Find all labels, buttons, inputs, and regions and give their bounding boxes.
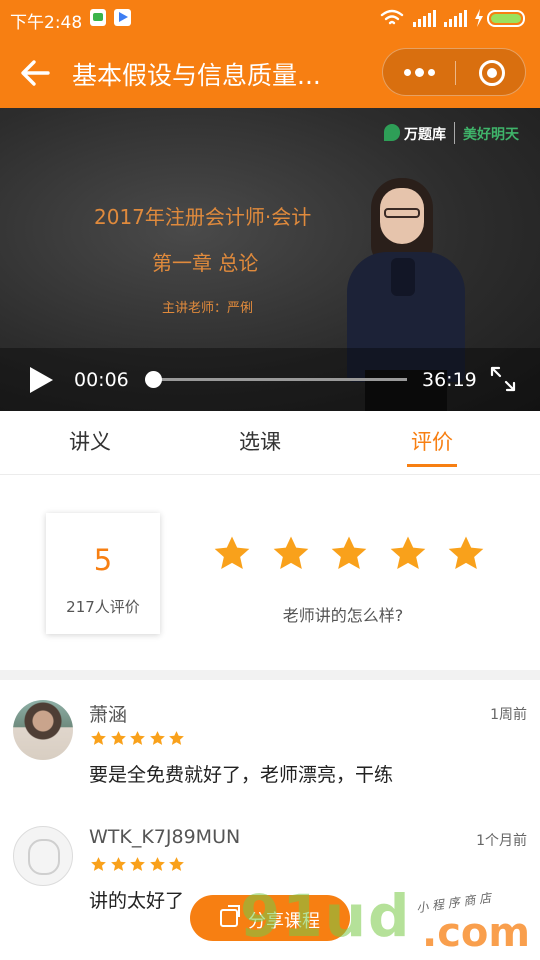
nav-bar: 基本假设与信息质量... — [0, 36, 540, 108]
star-shape — [149, 731, 165, 745]
comment-text: 讲的太好了 — [89, 890, 185, 912]
play-icon[interactable] — [28, 367, 54, 395]
star-icon[interactable] — [212, 534, 252, 574]
star-icon[interactable] — [446, 534, 486, 574]
star-shape — [331, 536, 367, 569]
star-icon[interactable] — [271, 534, 311, 574]
lecture-title: 2017年注册会计师·会计 — [94, 205, 312, 229]
star-shape — [91, 857, 106, 871]
signal-icon-2 — [444, 10, 467, 27]
tab-bar: 讲义 选课 评价 — [0, 411, 540, 475]
average-score: 5 — [93, 543, 113, 577]
status-time: 下午2:48 — [10, 13, 83, 33]
total-time: 36:19 — [422, 369, 477, 391]
rate-stars — [212, 534, 492, 576]
star-icon — [149, 730, 166, 747]
star-shape — [149, 857, 165, 871]
watermark-sub: .com — [422, 910, 531, 956]
star-shape — [448, 536, 484, 569]
signal-icon-1 — [413, 10, 436, 27]
star-shape — [214, 536, 250, 569]
star-shape — [273, 536, 308, 569]
star-icon — [90, 730, 107, 747]
star-icon — [168, 856, 185, 873]
comment-time: 1周前 — [490, 707, 527, 723]
brand-logo-icon — [384, 124, 400, 141]
progress-bar[interactable] — [144, 371, 407, 388]
lecture-teacher: 主讲老师：严俐 — [162, 301, 254, 316]
notification-play-icon — [114, 9, 131, 26]
current-time: 00:06 — [74, 369, 129, 391]
page-title: 基本假设与信息质量... — [72, 61, 321, 90]
star-icon — [90, 856, 107, 873]
status-bar: 下午2:48 — [0, 0, 540, 36]
comment-text: 要是全免费就好了，老师漂亮，干练 — [89, 764, 394, 786]
tab-handout[interactable]: 讲义 — [0, 411, 180, 475]
star-icon — [168, 730, 185, 747]
notification-app-icon — [90, 9, 106, 26]
battery-icon — [487, 10, 525, 27]
star-icon — [129, 856, 146, 873]
star-icon — [149, 856, 166, 873]
brand-logo: 万题库 美好明天 — [384, 122, 530, 144]
score-card: 5 217人评价 — [46, 513, 160, 634]
back-arrow-icon[interactable] — [18, 56, 54, 90]
star-shape — [169, 731, 184, 745]
watermark-main: 91ud — [240, 882, 412, 950]
menu-capsule — [382, 48, 526, 96]
progress-thumb[interactable] — [144, 371, 162, 388]
more-button[interactable] — [383, 49, 455, 97]
rating-section: 5 217人评价 老师讲的怎么样? — [0, 476, 540, 670]
star-shape — [130, 857, 145, 871]
tab-courses[interactable]: 选课 — [170, 411, 350, 475]
wifi-icon — [380, 9, 404, 25]
lecture-chapter: 第一章 总论 — [152, 251, 259, 275]
star-icon — [110, 730, 127, 747]
video-controls: 00:06 36:19 — [0, 348, 540, 411]
brand-name: 万题库 — [404, 127, 446, 143]
star-icon[interactable] — [329, 534, 369, 574]
active-tab-indicator — [407, 464, 457, 467]
close-target-icon — [479, 60, 505, 86]
comment-time: 1个月前 — [476, 833, 527, 849]
watermark: 91ud 小 程 序 商 店 .com — [240, 882, 540, 960]
star-shape — [390, 536, 425, 569]
close-button[interactable] — [456, 49, 527, 97]
section-divider — [0, 670, 540, 680]
star-shape — [110, 731, 126, 745]
brand-slogan: 美好明天 — [463, 127, 519, 143]
comment-user: WTK_K7J89MUN — [89, 826, 241, 848]
star-shape — [91, 731, 106, 745]
comment-user: 萧涵 — [89, 704, 128, 726]
rating-count: 217人评价 — [66, 598, 140, 616]
fullscreen-icon[interactable] — [488, 364, 518, 394]
comment-stars — [90, 856, 190, 874]
avatar[interactable] — [13, 826, 73, 886]
star-shape — [130, 731, 145, 745]
comment-stars — [90, 730, 190, 748]
charging-icon — [475, 9, 483, 27]
star-shape — [110, 857, 126, 871]
star-icon[interactable] — [388, 534, 428, 574]
brand-separator — [454, 122, 455, 144]
star-icon — [129, 730, 146, 747]
rate-prompt: 老师讲的怎么样? — [282, 606, 404, 625]
video-player[interactable]: 万题库 美好明天 2017年注册会计师·会计 第一章 总论 主讲老师：严俐 00… — [0, 108, 540, 411]
star-icon — [110, 856, 127, 873]
share-icon — [220, 905, 240, 927]
star-shape — [169, 857, 184, 871]
comment-item: 萧涵 1周前 要是全免费就好了，老师漂亮，干练 — [0, 680, 540, 806]
avatar[interactable] — [13, 700, 73, 760]
status-indicators-icon — [380, 9, 525, 27]
